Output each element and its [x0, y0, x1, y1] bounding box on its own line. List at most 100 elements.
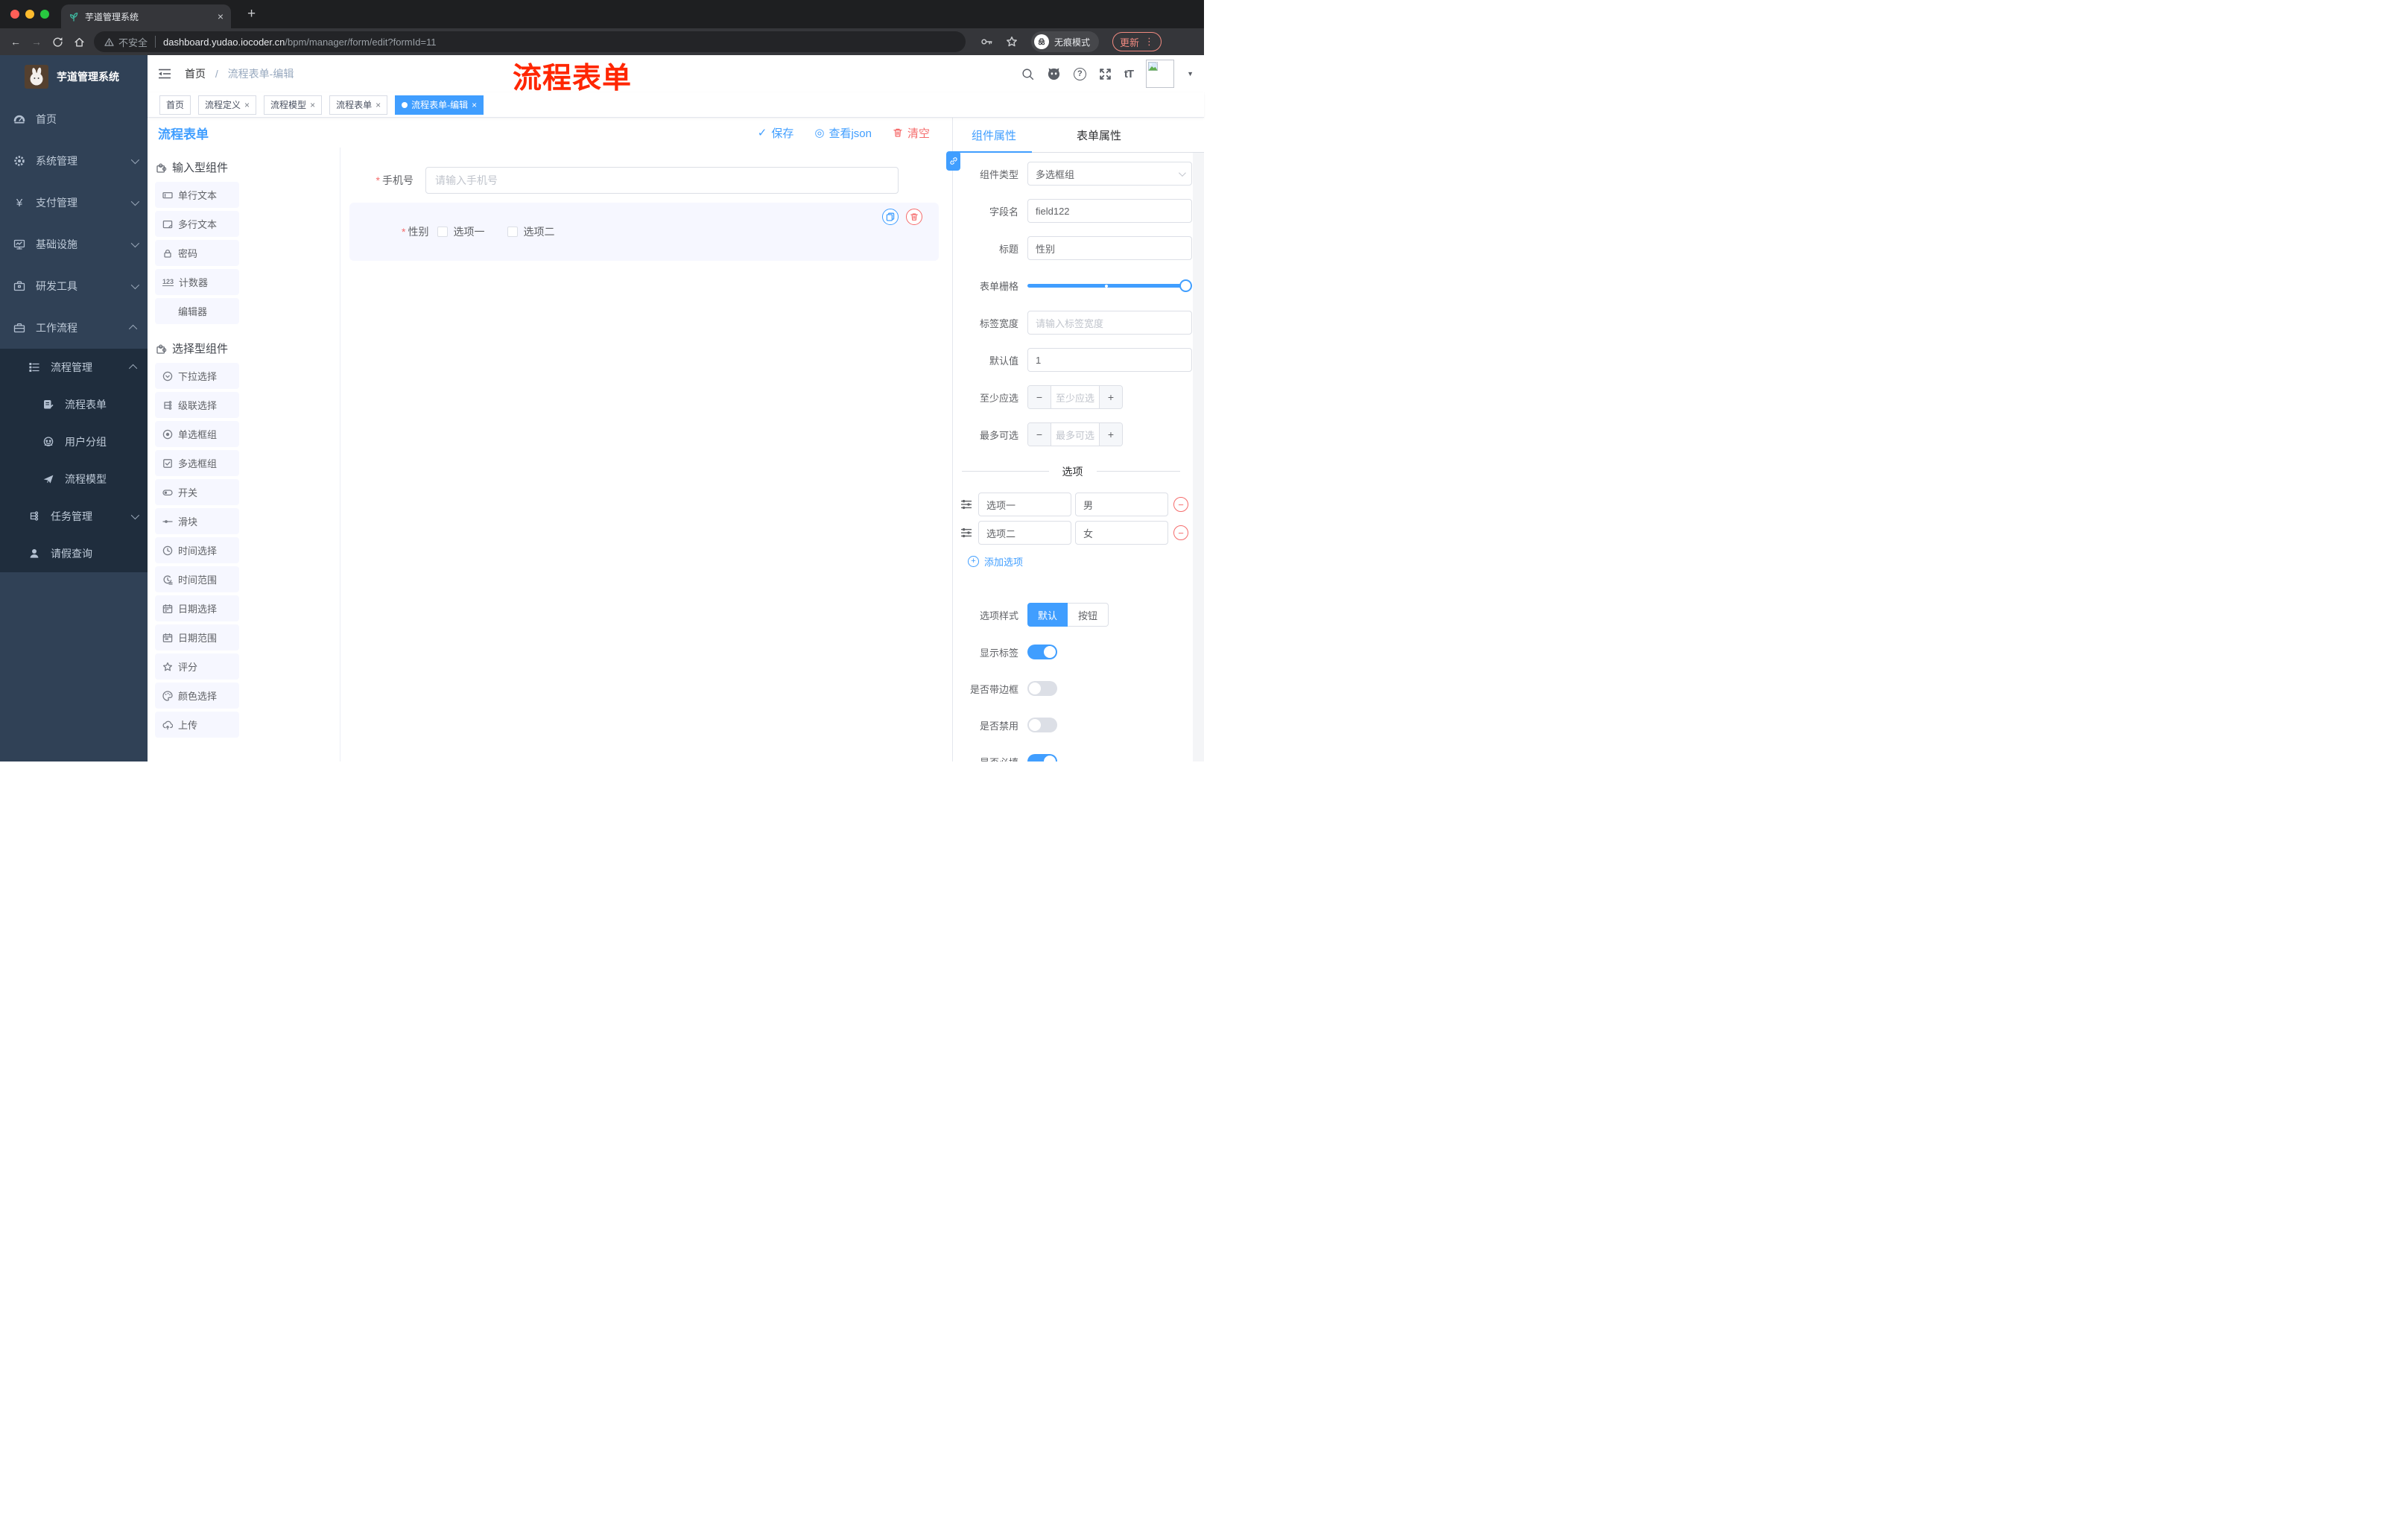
sidebar-item-task-mgmt[interactable]: 任务管理 [0, 498, 148, 535]
github-icon[interactable] [1047, 67, 1061, 81]
add-option-button[interactable]: + 添加选项 [968, 554, 1192, 569]
remove-option-button[interactable]: − [1173, 497, 1188, 512]
avatar[interactable] [1146, 60, 1175, 88]
palette-item-time-range[interactable]: 时间范围 [155, 566, 239, 592]
gender-option-2[interactable]: 选项二 [507, 224, 554, 239]
new-tab-button[interactable]: + [247, 6, 256, 22]
palette-item-password[interactable]: 密码 [155, 240, 239, 266]
palette-item-slider[interactable]: 滑块 [155, 508, 239, 534]
sidebar-item-system[interactable]: 系统管理 [0, 140, 148, 182]
address-bar[interactable]: 不安全 dashboard.yudao.iocoder.cn/bpm/manag… [94, 31, 966, 52]
drag-handle-icon[interactable] [960, 498, 972, 510]
home-icon[interactable] [74, 37, 85, 48]
sidebar-item-process-model[interactable]: 流程模型 [0, 460, 148, 498]
palette-item-dropdown[interactable]: 下拉选择 [155, 363, 239, 389]
palette-item-date-range[interactable]: 日期范围 [155, 624, 239, 650]
palette-item-editor[interactable]: 编辑器 [155, 298, 239, 324]
back-icon[interactable]: ← [10, 36, 21, 48]
option-value-input[interactable]: 男 [1075, 493, 1168, 516]
palette-item-time-picker[interactable]: 时间选择 [155, 537, 239, 563]
phone-field[interactable]: 手机号 请输入手机号 [349, 167, 899, 194]
help-icon[interactable]: ? [1073, 67, 1086, 80]
remove-option-button[interactable]: − [1173, 525, 1188, 540]
checkbox-icon[interactable] [507, 227, 519, 237]
decrease-button[interactable]: − [1028, 386, 1051, 408]
field-name-input[interactable]: field122 [1027, 199, 1192, 223]
style-button-button[interactable]: 按钮 [1068, 603, 1109, 627]
tag-close-icon[interactable]: × [376, 100, 381, 110]
option-label-input[interactable]: 选项一 [978, 493, 1071, 516]
sidebar-item-process-mgmt[interactable]: 流程管理 [0, 349, 148, 386]
view-json-button[interactable]: ◎ 查看json [814, 125, 872, 141]
delete-component-button[interactable] [906, 209, 922, 225]
palette-item-cascader[interactable]: 级联选择 [155, 392, 239, 418]
link-icon[interactable] [946, 151, 960, 171]
save-button[interactable]: ✓ 保存 [758, 125, 794, 141]
max-select-stepper[interactable]: − 最多可选 + [1027, 422, 1123, 446]
show-label-toggle[interactable] [1027, 645, 1057, 659]
reload-icon[interactable] [52, 37, 63, 48]
tab-close-icon[interactable]: × [218, 10, 224, 22]
tag-close-icon[interactable]: × [244, 100, 250, 110]
default-value-input[interactable]: 1 [1027, 348, 1192, 372]
tag-process-definition[interactable]: 流程定义 × [198, 95, 257, 115]
label-width-input[interactable]: 请输入标签宽度 [1027, 311, 1192, 335]
window-controls[interactable] [10, 10, 49, 19]
palette-item-checkbox-group[interactable]: 多选框组 [155, 450, 239, 476]
sidebar-item-leave-query[interactable]: 请假查询 [0, 535, 148, 572]
sidebar-item-home[interactable]: 首页 [0, 98, 148, 140]
palette-item-radio-group[interactable]: 单选框组 [155, 421, 239, 447]
update-button[interactable]: 更新 ⋮ [1112, 32, 1162, 51]
increase-button[interactable]: + [1099, 386, 1122, 408]
tab-component-props[interactable]: 组件属性 [953, 118, 1035, 152]
star-icon[interactable] [1006, 36, 1018, 48]
tag-process-form-edit[interactable]: 流程表单-编辑 × [395, 95, 484, 115]
gender-field-selected[interactable]: 性别 选项一 选项二 [349, 203, 939, 261]
sidebar-item-infra[interactable]: 基础设施 [0, 224, 148, 265]
form-grid-slider[interactable] [1027, 273, 1192, 297]
tag-process-form[interactable]: 流程表单 × [329, 95, 388, 115]
component-type-select[interactable]: 多选框组 [1027, 162, 1192, 186]
clear-button[interactable]: 清空 [893, 125, 930, 141]
checkbox-icon[interactable] [437, 227, 449, 237]
breadcrumb-home[interactable]: 首页 [185, 68, 206, 80]
tag-home[interactable]: 首页 [159, 95, 191, 115]
gender-option-1[interactable]: 选项一 [437, 224, 484, 239]
palette-item-color-picker[interactable]: 颜色选择 [155, 683, 239, 709]
increase-button[interactable]: + [1099, 423, 1122, 446]
forward-icon[interactable]: → [31, 36, 42, 48]
slider-handle[interactable] [1179, 279, 1192, 292]
min-select-stepper[interactable]: − 至少应选 + [1027, 385, 1123, 409]
browser-tab[interactable]: 芋道管理系统 × [61, 4, 231, 28]
disabled-toggle[interactable] [1027, 718, 1057, 732]
palette-item-rate[interactable]: 评分 [155, 653, 239, 680]
key-icon[interactable] [980, 36, 992, 48]
decrease-button[interactable]: − [1028, 423, 1051, 446]
required-toggle[interactable] [1027, 754, 1057, 762]
sidebar-item-devtools[interactable]: 研发工具 [0, 265, 148, 307]
tag-close-icon[interactable]: × [310, 100, 315, 110]
palette-item-single-text[interactable]: 单行文本 [155, 182, 239, 208]
palette-item-switch[interactable]: 开关 [155, 479, 239, 505]
user-menu-caret-icon[interactable]: ▼ [1187, 70, 1194, 77]
palette-item-multi-text[interactable]: 多行文本 [155, 211, 239, 237]
sidebar-collapse-icon[interactable] [158, 68, 171, 80]
sidebar-item-workflow[interactable]: 工作流程 [0, 307, 148, 349]
tag-close-icon[interactable]: × [472, 100, 477, 110]
style-default-button[interactable]: 默认 [1027, 603, 1068, 627]
palette-item-counter[interactable]: 123 计数器 [155, 269, 239, 295]
zoom-window-button[interactable] [40, 10, 49, 19]
border-toggle[interactable] [1027, 681, 1057, 696]
option-label-input[interactable]: 选项二 [978, 521, 1071, 545]
minimize-window-button[interactable] [25, 10, 34, 19]
tab-form-props[interactable]: 表单属性 [1057, 118, 1141, 152]
fullscreen-icon[interactable] [1099, 68, 1112, 80]
sidebar-logo[interactable]: 芋道管理系统 [0, 55, 148, 98]
option-value-input[interactable]: 女 [1075, 521, 1168, 545]
close-window-button[interactable] [10, 10, 19, 19]
font-size-icon[interactable]: tT [1124, 68, 1134, 80]
palette-item-upload[interactable]: 上传 [155, 712, 239, 738]
search-icon[interactable] [1021, 68, 1034, 80]
browser-menu-icon[interactable]: ⋮ [1144, 36, 1154, 48]
sidebar-item-payment[interactable]: ¥ 支付管理 [0, 182, 148, 224]
